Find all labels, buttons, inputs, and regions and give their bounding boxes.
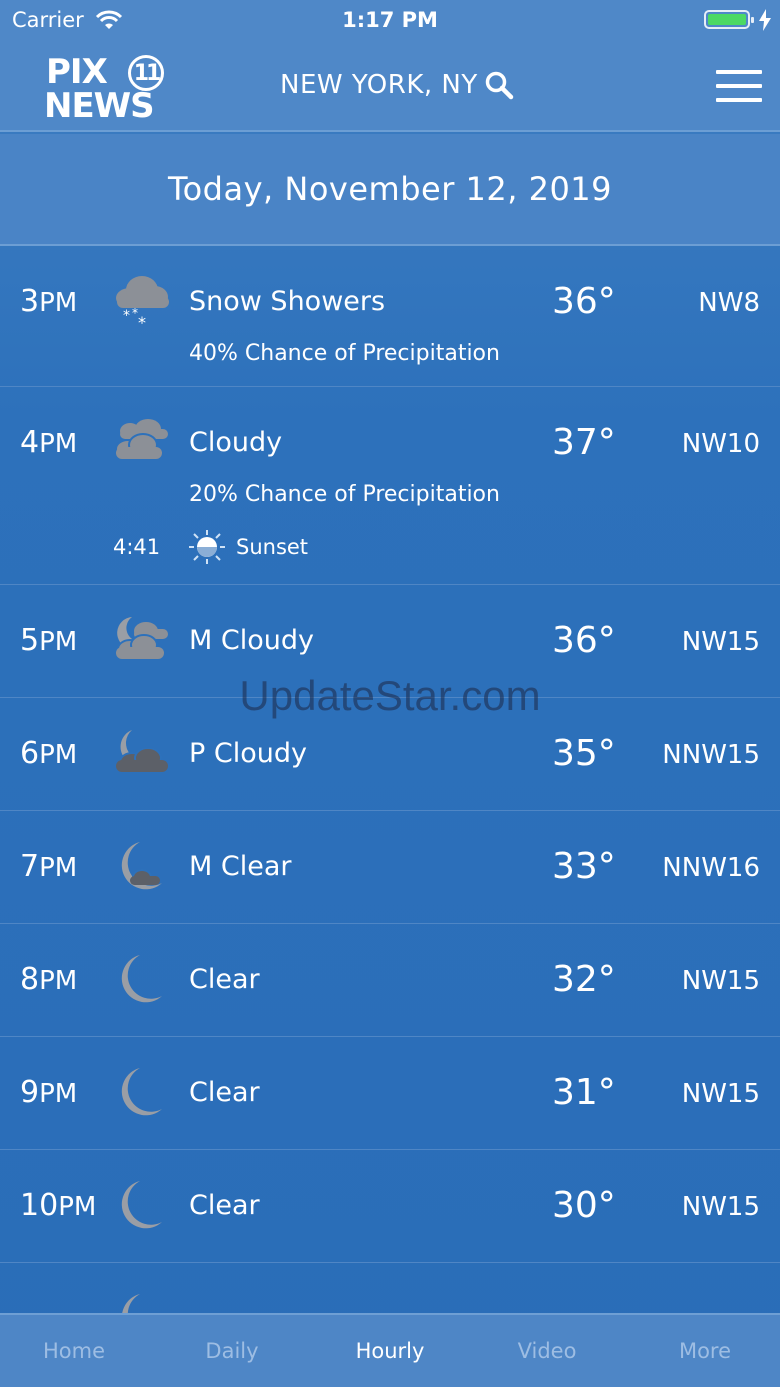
sunset-label: Sunset xyxy=(236,535,309,559)
hour-label: 8PM xyxy=(20,962,78,997)
wind-label: NW8 xyxy=(698,288,760,318)
watermark: UpdateStar.com xyxy=(239,672,541,719)
charging-icon xyxy=(759,9,771,31)
tab-bar: Home Daily Hourly Video More xyxy=(0,1313,780,1387)
hour-label: 5PM xyxy=(20,623,78,658)
condition-label: M Cloudy xyxy=(189,625,314,656)
tab-home[interactable]: Home xyxy=(0,1339,152,1363)
status-bar: Carrier 1:17 PM xyxy=(0,0,780,42)
wind-label: NW15 xyxy=(681,627,760,657)
date-banner: Today, November 12, 2019 xyxy=(0,134,780,246)
partly-cloudy-night-icon xyxy=(116,730,168,772)
hourly-row[interactable]: 9PM Clear 31° NW15 xyxy=(0,1037,780,1150)
hourly-row[interactable]: 7PM M Clear 33° NNW16 xyxy=(0,811,780,924)
cloudy-icon xyxy=(115,419,168,459)
hamburger-menu-icon[interactable] xyxy=(716,70,762,102)
clock: 1:17 PM xyxy=(342,8,438,32)
hourly-list[interactable]: 3PM * * * Snow Showers 40% Chance of Pre… xyxy=(0,246,780,1376)
hour-label: 6PM xyxy=(20,736,78,771)
wind-label: NW15 xyxy=(681,966,760,996)
hour-label: 9PM xyxy=(20,1075,78,1110)
date-title: Today, November 12, 2019 xyxy=(167,170,613,208)
precip-label: 20% Chance of Precipitation xyxy=(189,482,500,507)
svg-text:*: * xyxy=(123,308,130,324)
precip-label: 40% Chance of Precipitation xyxy=(189,341,500,366)
condition-label: P Cloudy xyxy=(189,738,307,769)
wind-label: NNW15 xyxy=(662,740,760,770)
pix11-news-logo[interactable]: PIX 11 NEWS xyxy=(44,52,168,126)
temperature: 37° xyxy=(552,422,616,463)
hour-label: 7PM xyxy=(20,849,78,884)
temperature: 36° xyxy=(552,281,616,322)
search-icon[interactable] xyxy=(484,70,514,100)
hour-label: 3PM xyxy=(20,284,78,319)
tab-more[interactable]: More xyxy=(627,1339,780,1363)
mostly-clear-night-icon xyxy=(121,842,162,890)
condition-label: M Clear xyxy=(189,851,292,882)
hourly-row[interactable]: 8PM Clear 32° NW15 xyxy=(0,924,780,1037)
temperature: 36° xyxy=(552,620,616,661)
svg-text:*: * xyxy=(138,313,146,330)
svg-text:*: * xyxy=(132,306,138,320)
condition-label: Clear xyxy=(189,1077,260,1108)
mostly-cloudy-night-icon xyxy=(116,617,168,659)
condition-label: Snow Showers xyxy=(189,286,386,317)
wind-label: NNW16 xyxy=(662,853,760,883)
condition-label: Clear xyxy=(189,964,260,995)
temperature: 35° xyxy=(552,733,616,774)
snow-showers-icon: * * * xyxy=(116,276,169,330)
sunset-icon xyxy=(189,530,225,564)
tab-video[interactable]: Video xyxy=(469,1339,625,1363)
temperature: 32° xyxy=(552,959,616,1000)
moon-icon xyxy=(121,1181,162,1229)
hourly-row[interactable]: 3PM * * * Snow Showers 40% Chance of Pre… xyxy=(0,246,780,387)
temperature: 33° xyxy=(552,846,616,887)
app-root: Carrier 1:17 PM PIX 11 NEWS NEW YORK, NY… xyxy=(0,0,780,1387)
wind-label: NW15 xyxy=(681,1079,760,1109)
moon-icon xyxy=(121,955,162,1003)
temperature: 31° xyxy=(552,1072,616,1113)
tab-hourly[interactable]: Hourly xyxy=(312,1339,468,1363)
hourly-row[interactable]: 10PM Clear 30° NW15 xyxy=(0,1150,780,1263)
hour-label: 4PM xyxy=(20,425,78,460)
condition-label: Cloudy xyxy=(189,427,283,458)
logo-text-bottom: NEWS xyxy=(44,86,155,126)
sunset-time: 4:41 xyxy=(113,535,161,559)
location-label[interactable]: NEW YORK, NY xyxy=(280,70,478,100)
temperature: 30° xyxy=(552,1185,616,1226)
hourly-row[interactable]: 4PM Cloudy 20% Chance of Precipitation 3… xyxy=(0,387,780,585)
wind-label: NW15 xyxy=(681,1192,760,1222)
hour-label: 10PM xyxy=(20,1188,97,1223)
app-header: PIX 11 NEWS NEW YORK, NY xyxy=(0,42,780,132)
moon-icon xyxy=(121,1068,162,1116)
wind-label: NW10 xyxy=(681,429,760,459)
battery-icon xyxy=(704,10,754,29)
condition-label: Clear xyxy=(189,1190,260,1221)
tab-daily[interactable]: Daily xyxy=(154,1339,310,1363)
